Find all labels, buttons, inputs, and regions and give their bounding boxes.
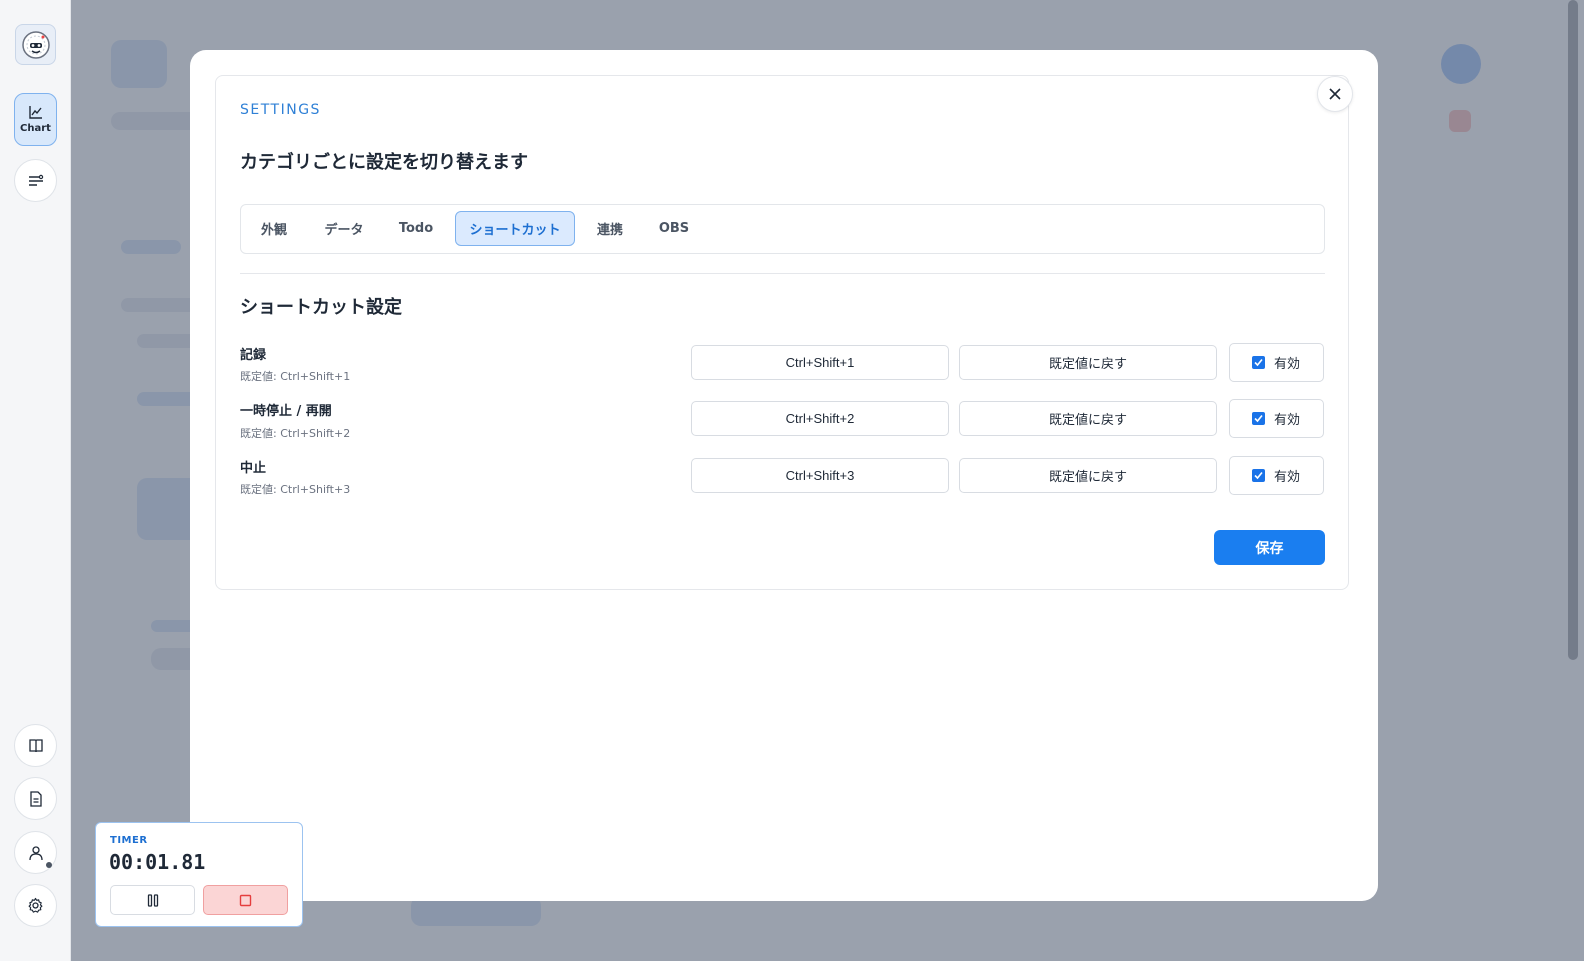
stop-icon: [239, 894, 252, 906]
settings-eyebrow: SETTINGS: [240, 102, 321, 118]
reset-default-button[interactable]: 既定値に戻す: [959, 401, 1217, 436]
document-icon: [29, 790, 42, 807]
checkbox-checked[interactable]: [1252, 412, 1265, 425]
reset-default-button[interactable]: 既定値に戻す: [959, 458, 1217, 493]
close-icon: [1329, 88, 1341, 100]
sidebar-item-document[interactable]: [14, 777, 57, 820]
enable-label: 有効: [1274, 413, 1301, 428]
shortcut-label-pause: 一時停止 / 再開: [240, 404, 332, 419]
line-chart-icon: [28, 106, 42, 119]
tab-integrations[interactable]: 連携: [588, 211, 632, 246]
enable-label: 有効: [1274, 470, 1301, 485]
tab-data[interactable]: データ: [312, 211, 376, 246]
book-icon: [28, 738, 43, 752]
shortcut-label-stop: 中止: [240, 461, 267, 476]
sidebar-item-label: Chart: [20, 123, 51, 134]
section-title: ショートカット設定: [240, 297, 402, 318]
shortcut-input-stop[interactable]: Ctrl+Shift+3: [691, 458, 949, 493]
shortcut-input-record[interactable]: Ctrl+Shift+1: [691, 345, 949, 380]
reset-default-button[interactable]: 既定値に戻す: [959, 345, 1217, 380]
status-dot: [46, 862, 52, 868]
checkbox-checked[interactable]: [1252, 356, 1265, 369]
pause-button[interactable]: [110, 885, 195, 915]
divider: [240, 273, 1325, 274]
enable-label: 有効: [1274, 357, 1301, 372]
mascot-logo-icon: [21, 30, 50, 59]
pause-icon: [147, 893, 158, 907]
user-icon: [28, 845, 43, 860]
checkbox-checked[interactable]: [1252, 469, 1265, 482]
save-button[interactable]: 保存: [1214, 530, 1325, 565]
timer-display: 00:01.81: [109, 850, 206, 874]
sidebar: Chart: [0, 0, 71, 961]
sliders-icon: [28, 174, 43, 186]
close-button[interactable]: [1317, 76, 1353, 112]
shortcut-default-pause: 既定値: Ctrl+Shift+2: [240, 427, 351, 440]
check-icon: [1254, 414, 1263, 423]
shortcut-input-pause[interactable]: Ctrl+Shift+2: [691, 401, 949, 436]
check-icon: [1254, 358, 1263, 367]
tab-shortcuts[interactable]: ショートカット: [455, 211, 575, 246]
shortcut-label-record: 記録: [240, 348, 267, 363]
shortcut-default-stop: 既定値: Ctrl+Shift+3: [240, 483, 351, 496]
sidebar-item-chart[interactable]: Chart: [14, 93, 57, 146]
sidebar-item-settings[interactable]: [14, 884, 57, 927]
app-logo[interactable]: [15, 24, 56, 65]
shortcut-default-record: 既定値: Ctrl+Shift+1: [240, 370, 351, 383]
settings-subtitle: カテゴリごとに設定を切り替えます: [240, 152, 528, 173]
sidebar-item-book[interactable]: [14, 724, 57, 767]
check-icon: [1254, 471, 1263, 480]
enable-toggle-stop[interactable]: 有効: [1229, 456, 1324, 495]
sidebar-item-user[interactable]: [14, 831, 57, 874]
stop-button[interactable]: [203, 885, 288, 915]
tab-appearance[interactable]: 外観: [250, 211, 298, 246]
sidebar-item-filters[interactable]: [14, 159, 57, 202]
tab-todo[interactable]: Todo: [390, 211, 442, 246]
timer-widget: TIMER 00:01.81: [95, 822, 303, 927]
tab-obs[interactable]: OBS: [650, 211, 698, 246]
enable-toggle-pause[interactable]: 有効: [1229, 399, 1324, 438]
timer-label: TIMER: [110, 835, 148, 846]
page-scrollbar[interactable]: [1568, 0, 1578, 660]
gear-icon: [28, 897, 43, 913]
enable-toggle-record[interactable]: 有効: [1229, 343, 1324, 382]
